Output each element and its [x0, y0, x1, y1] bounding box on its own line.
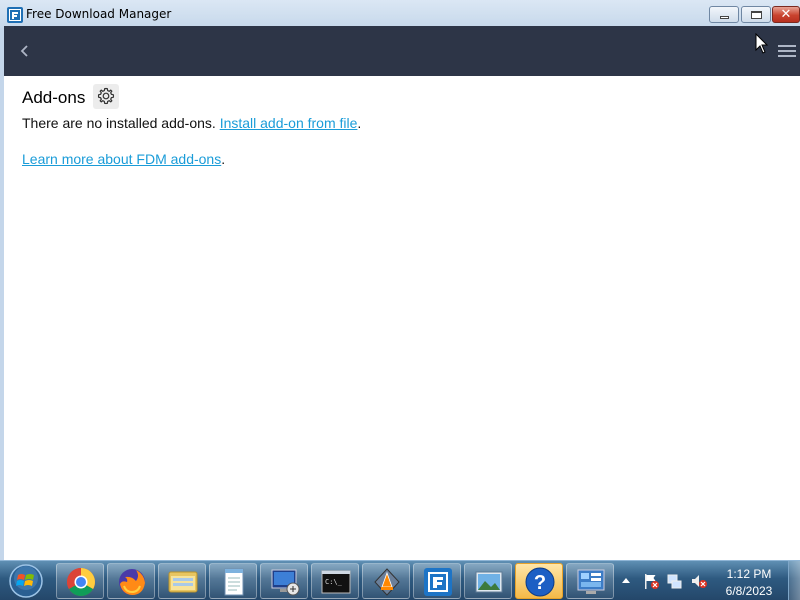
install-addon-link[interactable]: Install add-on from file [220, 115, 358, 131]
taskbar-cmd[interactable]: C:\_ [311, 563, 359, 599]
control-panel-icon [577, 569, 605, 594]
learn-more-link[interactable]: Learn more about FDM add-ons [22, 151, 221, 167]
taskbar-chrome[interactable] [56, 563, 104, 599]
notepad-icon [224, 568, 244, 596]
install-link-suffix: . [357, 115, 362, 131]
file-explorer-icon [168, 571, 198, 593]
minimize-icon [720, 16, 729, 19]
chevron-left-icon[interactable] [14, 40, 36, 62]
maximize-icon [751, 11, 762, 19]
command-prompt-icon: C:\_ [321, 570, 351, 594]
remote-desktop-icon [271, 569, 300, 596]
taskbar-remote-desktop[interactable] [260, 563, 308, 599]
taskbar-explorer[interactable] [158, 563, 206, 599]
taskbar-control-panel[interactable] [566, 563, 614, 599]
mouse-cursor-icon [755, 33, 769, 54]
title-bar[interactable]: Free Download Manager ✕ [0, 0, 800, 28]
maximize-button[interactable] [741, 6, 771, 23]
start-button[interactable] [6, 562, 46, 600]
window-title: Free Download Manager [26, 7, 172, 21]
help-icon: ? [525, 567, 555, 597]
clock-date[interactable]: 6/8/2023 [712, 584, 786, 598]
photo-viewer-icon [475, 571, 503, 593]
page-title: Add-ons [22, 88, 86, 107]
close-icon: ✕ [780, 6, 792, 21]
minimize-button[interactable] [709, 6, 739, 23]
firefox-icon [119, 569, 145, 595]
taskbar-help[interactable]: ? [515, 563, 563, 599]
volume-muted-icon[interactable] [690, 572, 708, 590]
clock-time[interactable]: 1:12 PM [712, 567, 786, 581]
taskbar-firefox[interactable] [107, 563, 155, 599]
taskbar: C:\_ ? 1:12 PM 6/8/2023 [0, 560, 800, 600]
svg-text:?: ? [534, 572, 546, 594]
taskbar-notepad[interactable] [209, 563, 257, 599]
learn-link-suffix: . [221, 151, 226, 167]
taskbar-fdm[interactable] [413, 563, 461, 599]
svg-text:C:\_: C:\_ [325, 578, 343, 586]
taskbar-photo-viewer[interactable] [464, 563, 512, 599]
hamburger-menu-icon[interactable] [778, 44, 796, 58]
fdm-app-icon [7, 7, 23, 23]
app-toolbar [4, 26, 800, 76]
no-addons-message: There are no installed add-ons. Install … [22, 115, 361, 131]
close-button[interactable]: ✕ [772, 6, 800, 23]
show-hidden-icons-button[interactable] [621, 576, 631, 584]
taskbar-vlc[interactable] [362, 563, 410, 599]
vlc-icon [374, 568, 400, 596]
flag-icon[interactable] [642, 572, 660, 590]
app-window: Free Download Manager ✕ Add-ons There ar… [0, 0, 800, 560]
client-area: Add-ons There are no installed add-ons. … [4, 26, 800, 560]
addons-settings-button[interactable] [93, 84, 119, 109]
learn-more-line: Learn more about FDM add-ons. [22, 151, 225, 167]
show-desktop-button[interactable] [788, 561, 800, 600]
free-download-manager-icon [424, 568, 452, 596]
no-addons-text: There are no installed add-ons. [22, 115, 220, 131]
chrome-icon [67, 568, 95, 596]
gear-icon [97, 87, 115, 105]
network-icon[interactable] [666, 572, 684, 590]
